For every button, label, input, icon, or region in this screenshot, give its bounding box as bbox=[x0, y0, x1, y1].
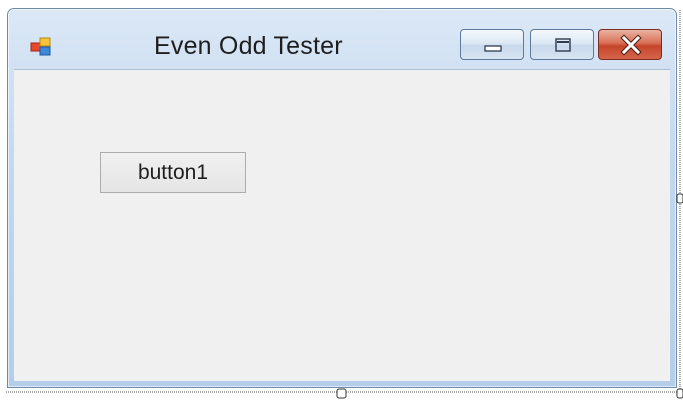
designer-selection-frame bbox=[6, 10, 683, 399]
resize-handle-right[interactable] bbox=[676, 193, 683, 204]
resize-handle-bottom[interactable] bbox=[336, 388, 347, 399]
resize-handle-corner[interactable] bbox=[676, 388, 683, 399]
